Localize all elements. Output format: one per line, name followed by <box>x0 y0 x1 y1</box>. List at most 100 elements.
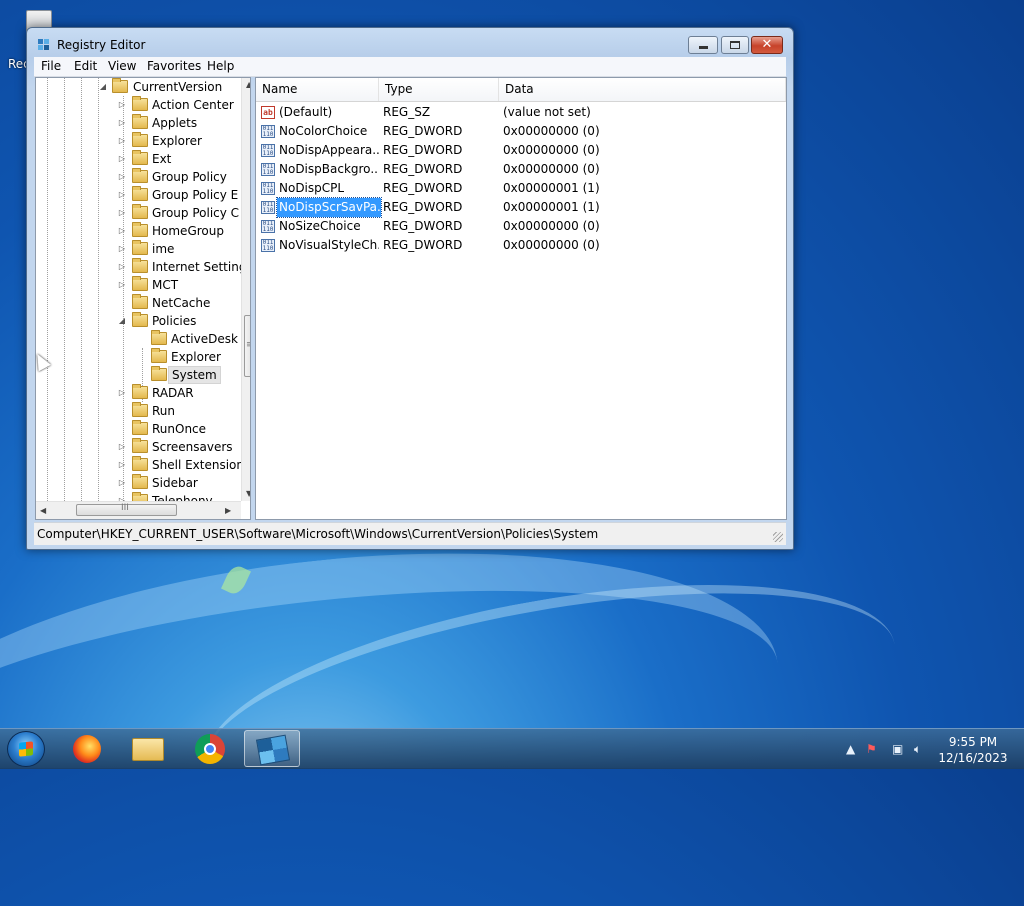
tree-item-label: Explorer <box>152 134 202 148</box>
registry-key-tree[interactable]: ◢ CurrentVersion ▷ Action Center ▷ Applets ▷… <box>35 77 251 520</box>
folder-icon <box>132 132 148 147</box>
network-icon[interactable]: ▣ <box>892 742 903 756</box>
volume-icon[interactable]: 🔈︎ <box>914 742 921 757</box>
tree-item-label: Sidebar <box>152 476 198 490</box>
menu-favorites[interactable]: Favorites <box>147 59 201 73</box>
value-type: REG_DWORD <box>383 238 463 252</box>
tree-item-action-center[interactable]: ▷ Action Center <box>36 96 241 114</box>
expand-arrow-icon[interactable]: ▷ <box>118 114 126 132</box>
scroll-right-arrow-icon[interactable]: ▶ <box>225 506 231 515</box>
collapse-arrow-icon[interactable]: ◢ <box>99 78 107 96</box>
dword-value-icon: 011 110 <box>261 182 275 195</box>
expand-arrow-icon[interactable]: ▷ <box>118 132 126 150</box>
expand-arrow-icon[interactable]: ▷ <box>118 240 126 258</box>
minimize-button[interactable] <box>688 36 718 54</box>
tree-item-explorer[interactable]: ▷ Explorer <box>36 132 241 150</box>
value-row[interactable]: ab (Default) REG_SZ (value not set) <box>256 103 786 122</box>
value-name: NoDispBackgro... <box>279 162 379 176</box>
close-button[interactable]: ✕ <box>751 36 783 54</box>
tree-item-shell-extension[interactable]: ▷ Shell Extension <box>36 456 244 474</box>
expand-arrow-icon[interactable]: ▷ <box>118 258 126 276</box>
taskbar-chrome[interactable] <box>182 730 238 767</box>
column-header-type[interactable]: Type <box>379 78 499 101</box>
tree-item-mct[interactable]: ▷ MCT <box>36 276 241 294</box>
value-row[interactable]: 011 110 NoDispBackgro... REG_DWORD 0x000000… <box>256 160 786 179</box>
tree-item-sidebar[interactable]: ▷ Sidebar <box>36 474 241 492</box>
taskbar-registry-editor[interactable] <box>244 730 300 767</box>
tree-item-label: HomeGroup <box>152 224 224 238</box>
column-header-data[interactable]: Data <box>499 78 786 101</box>
value-row[interactable]: 011 110 NoSizeChoice REG_DWORD 0x00000000 (… <box>256 217 786 236</box>
menu-view[interactable]: View <box>108 59 136 73</box>
tree-item-system[interactable]: System <box>36 366 241 384</box>
resize-grip-icon[interactable] <box>773 532 783 542</box>
tree-item-activedesk[interactable]: ActiveDesk <box>36 330 241 348</box>
registry-value-list[interactable]: Name Type Data ab (Default) REG_SZ (value n… <box>255 77 787 520</box>
value-row[interactable]: 011 110 NoDispScrSavPa... REG_DWORD 0x00000… <box>256 197 786 218</box>
action-center-flag-icon[interactable]: ⚑ <box>866 742 877 756</box>
tree-item-netcache[interactable]: NetCache <box>36 294 241 312</box>
tree-item-ext[interactable]: ▷ Ext <box>36 150 241 168</box>
tree-item-screensavers[interactable]: ▷ Screensavers <box>36 438 241 456</box>
tree-vertical-scroll-thumb[interactable]: ≡ <box>244 315 250 377</box>
tree-item-internet-setting[interactable]: ▷ Internet Setting <box>36 258 246 276</box>
expand-arrow-icon[interactable]: ▷ <box>118 456 126 474</box>
scroll-down-arrow-icon[interactable]: ▼ <box>246 489 250 498</box>
start-button[interactable] <box>7 731 45 767</box>
expand-arrow-icon[interactable]: ▷ <box>118 150 126 168</box>
taskbar-firefox[interactable] <box>58 730 114 767</box>
tree-horizontal-scroll-thumb[interactable]: III <box>76 503 177 516</box>
tree-item-runonce[interactable]: RunOnce <box>36 420 241 438</box>
value-row[interactable]: 011 110 NoDispAppeara... REG_DWORD 0x000000… <box>256 141 786 160</box>
expand-arrow-icon[interactable]: ▷ <box>118 276 126 294</box>
expand-arrow-icon[interactable]: ▷ <box>118 96 126 114</box>
tree-item-run[interactable]: Run <box>36 402 241 420</box>
maximize-button[interactable] <box>721 36 749 54</box>
tree-item-group-policy[interactable]: ▷ Group Policy <box>36 168 241 186</box>
folder-icon <box>132 168 148 183</box>
tree-vertical-scrollbar[interactable]: ▲ ≡ ▼ <box>241 78 250 501</box>
folder-icon <box>132 420 148 435</box>
expand-arrow-icon[interactable]: ▷ <box>118 186 126 204</box>
menu-file[interactable]: File <box>41 59 61 73</box>
expand-arrow-icon[interactable]: ▷ <box>118 384 126 402</box>
tree-item-label: Shell Extension <box>152 458 244 472</box>
expand-arrow-icon[interactable]: ▷ <box>118 438 126 456</box>
tree-item-ime[interactable]: ▷ ime <box>36 240 241 258</box>
file-explorer-icon <box>132 738 164 761</box>
tree-item-label: Screensavers <box>152 440 233 454</box>
folder-icon <box>132 312 148 327</box>
value-row[interactable]: 011 110 NoColorChoice REG_DWORD 0x00000000 … <box>256 122 786 141</box>
tree-item-radar[interactable]: ▷ RADAR <box>36 384 241 402</box>
value-row[interactable]: 011 110 NoDispCPL REG_DWORD 0x00000001 (1) <box>256 179 786 198</box>
taskbar-file-explorer[interactable] <box>120 730 176 767</box>
scroll-up-arrow-icon[interactable]: ▲ <box>246 80 250 89</box>
tree-item-currentversion[interactable]: ◢ CurrentVersion <box>36 78 241 96</box>
show-hidden-icons-arrow[interactable]: ▲ <box>846 742 855 756</box>
tree-item-applets[interactable]: ▷ Applets <box>36 114 241 132</box>
value-name: NoSizeChoice <box>279 219 361 233</box>
expand-arrow-icon[interactable]: ▷ <box>118 222 126 240</box>
menu-edit[interactable]: Edit <box>74 59 97 73</box>
system-clock[interactable]: 9:55 PM 12/16/2023 <box>938 734 1008 766</box>
tree-item-explorer[interactable]: Explorer <box>36 348 241 366</box>
tree-item-homegroup[interactable]: ▷ HomeGroup <box>36 222 241 240</box>
folder-icon <box>132 96 148 111</box>
expand-arrow-icon[interactable]: ▷ <box>118 474 126 492</box>
value-data: 0x00000000 (0) <box>503 124 600 138</box>
scroll-left-arrow-icon[interactable]: ◀ <box>40 506 46 515</box>
tree-item-label: MCT <box>152 278 179 292</box>
value-type: REG_SZ <box>383 105 431 119</box>
tree-item-group-policy-e[interactable]: ▷ Group Policy E <box>36 186 241 204</box>
expand-arrow-icon[interactable]: ▷ <box>118 168 126 186</box>
value-row[interactable]: 011 110 NoVisualStyleCh... REG_DWORD 0x0000… <box>256 236 786 255</box>
tree-horizontal-scrollbar[interactable]: ◀ III ▶ <box>36 501 241 519</box>
collapse-arrow-icon[interactable]: ◢ <box>118 312 126 330</box>
title-bar[interactable]: Registry Editor ✕ <box>27 28 793 58</box>
column-header-name[interactable]: Name <box>256 78 379 101</box>
expand-arrow-icon[interactable]: ▷ <box>118 204 126 222</box>
tree-item-group-policy-c[interactable]: ▷ Group Policy C <box>36 204 241 222</box>
folder-icon <box>132 114 148 129</box>
menu-help[interactable]: Help <box>207 59 234 73</box>
tree-item-policies[interactable]: ◢ Policies <box>36 312 241 330</box>
